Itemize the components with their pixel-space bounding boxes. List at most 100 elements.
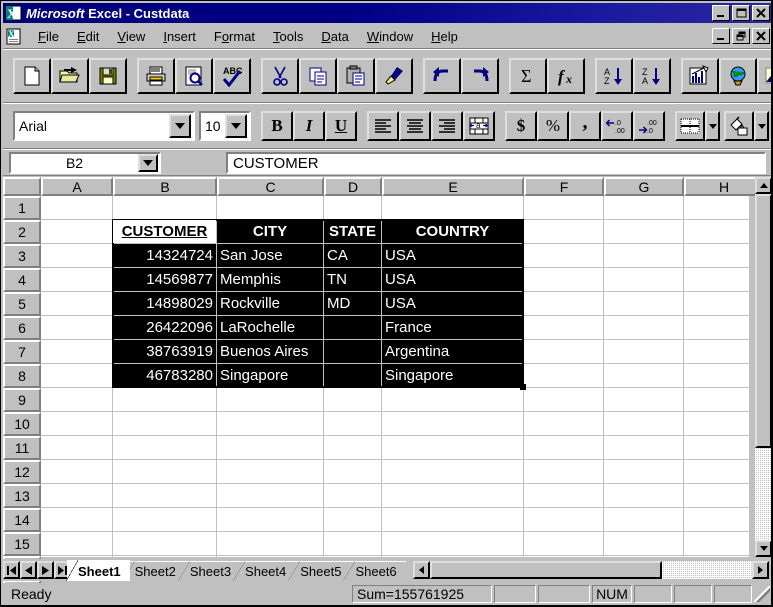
- cell-e8[interactable]: Singapore: [382, 364, 523, 387]
- sheet-tab-sheet4[interactable]: Sheet4: [234, 561, 295, 581]
- menu-insert[interactable]: Insert: [154, 27, 205, 46]
- row-header-8[interactable]: 8: [3, 364, 41, 388]
- borders-dropdown-arrow[interactable]: [705, 111, 720, 141]
- cell-c5[interactable]: Rockville: [217, 292, 323, 315]
- percent-style-icon[interactable]: %: [537, 111, 569, 141]
- copy-icon[interactable]: [299, 58, 337, 94]
- close-button[interactable]: [752, 5, 770, 21]
- menu-file[interactable]: File: [29, 27, 68, 46]
- cell-b2-active[interactable]: CUSTOMER: [113, 220, 216, 243]
- horizontal-scroll-track[interactable]: [430, 561, 752, 579]
- open-icon[interactable]: [51, 58, 89, 94]
- scroll-up-button[interactable]: [755, 177, 772, 194]
- cell-d6[interactable]: [324, 316, 381, 339]
- cell-e7[interactable]: Argentina: [382, 340, 523, 363]
- comma-style-icon[interactable]: ,: [569, 111, 601, 141]
- function-wizard-icon[interactable]: f x: [547, 58, 585, 94]
- center-across-columns-icon[interactable]: a: [463, 111, 495, 141]
- row-header-14[interactable]: 14: [3, 508, 41, 532]
- scroll-right-button[interactable]: [752, 561, 769, 579]
- column-header-h[interactable]: H: [684, 177, 764, 196]
- column-header-d[interactable]: D: [324, 177, 382, 196]
- workbook-icon[interactable]: X: [5, 28, 23, 45]
- increase-decimal-icon[interactable]: .00 .0: [633, 111, 665, 141]
- cell-b7[interactable]: 38763919: [113, 340, 216, 363]
- font-size-dropdown-arrow[interactable]: [225, 114, 247, 138]
- align-left-icon[interactable]: [367, 111, 399, 141]
- next-sheet-icon[interactable]: [37, 561, 54, 579]
- row-header-11[interactable]: 11: [3, 436, 41, 460]
- map-icon[interactable]: [719, 58, 757, 94]
- cell-c7[interactable]: Buenos Aires: [217, 340, 323, 363]
- column-header-g[interactable]: G: [604, 177, 684, 196]
- row-header-4[interactable]: 4: [3, 268, 41, 292]
- menu-data[interactable]: Data: [312, 27, 357, 46]
- cell-d5[interactable]: MD: [324, 292, 381, 315]
- menu-format[interactable]: Format: [205, 27, 264, 46]
- cell-b4[interactable]: 14569877: [113, 268, 216, 291]
- tab-split-bar[interactable]: [406, 560, 411, 580]
- align-right-icon[interactable]: [431, 111, 463, 141]
- first-sheet-icon[interactable]: [3, 561, 20, 579]
- workbook-minimize-button[interactable]: [712, 28, 730, 44]
- font-size-combo[interactable]: 10: [199, 111, 251, 141]
- cell-b5[interactable]: 14898029: [113, 292, 216, 315]
- decrease-decimal-icon[interactable]: .0 .00: [601, 111, 633, 141]
- column-header-b[interactable]: B: [113, 177, 217, 196]
- paste-icon[interactable]: [337, 58, 375, 94]
- row-header-6[interactable]: 6: [3, 316, 41, 340]
- column-header-f[interactable]: F: [524, 177, 604, 196]
- italic-button[interactable]: I: [293, 111, 325, 141]
- spelling-icon[interactable]: ABC: [213, 58, 251, 94]
- currency-style-icon[interactable]: $: [505, 111, 537, 141]
- select-all-corner[interactable]: [3, 177, 41, 196]
- row-header-1[interactable]: 1: [3, 196, 41, 220]
- cell-c2[interactable]: CITY: [217, 220, 323, 243]
- font-dropdown-arrow[interactable]: [169, 114, 191, 138]
- cell-d3[interactable]: CA: [324, 244, 381, 267]
- font-combo[interactable]: Arial: [13, 111, 195, 141]
- sort-ascending-icon[interactable]: A Z: [595, 58, 633, 94]
- cell-c8[interactable]: Singapore: [217, 364, 323, 387]
- column-header-c[interactable]: C: [217, 177, 324, 196]
- scroll-left-button[interactable]: [413, 561, 430, 579]
- cell-c4[interactable]: Memphis: [217, 268, 323, 291]
- cut-icon[interactable]: [261, 58, 299, 94]
- cell-b8[interactable]: 46783280: [113, 364, 216, 387]
- underline-button[interactable]: U: [325, 111, 357, 141]
- cell-d7[interactable]: [324, 340, 381, 363]
- column-header-a[interactable]: A: [41, 177, 113, 196]
- cell-grid[interactable]: CUSTOMERCITYSTATECOUNTRY14324724San Jose…: [41, 196, 749, 557]
- row-header-15[interactable]: 15: [3, 532, 41, 556]
- horizontal-scrollbar[interactable]: [413, 561, 769, 579]
- name-box-dropdown-arrow[interactable]: [138, 154, 158, 172]
- sheet-tab-sheet1[interactable]: Sheet1: [67, 560, 130, 581]
- vertical-scrollbar[interactable]: [755, 177, 772, 557]
- bold-button[interactable]: B: [261, 111, 293, 141]
- row-header-9[interactable]: 9: [3, 388, 41, 412]
- cell-b3[interactable]: 14324724: [113, 244, 216, 267]
- print-icon[interactable]: [137, 58, 175, 94]
- cell-c6[interactable]: LaRochelle: [217, 316, 323, 339]
- sheet-tab-sheet6[interactable]: Sheet6: [344, 561, 405, 581]
- row-header-5[interactable]: 5: [3, 292, 41, 316]
- cell-e3[interactable]: USA: [382, 244, 523, 267]
- redo-icon[interactable]: [461, 58, 499, 94]
- workbook-close-button[interactable]: [752, 28, 770, 44]
- cell-e4[interactable]: USA: [382, 268, 523, 291]
- row-header-12[interactable]: 12: [3, 460, 41, 484]
- sheet-tab-sheet2[interactable]: Sheet2: [124, 561, 185, 581]
- borders-icon[interactable]: [675, 111, 705, 141]
- save-icon[interactable]: [89, 58, 127, 94]
- minimize-button[interactable]: [712, 5, 730, 21]
- row-header-13[interactable]: 13: [3, 484, 41, 508]
- undo-icon[interactable]: [423, 58, 461, 94]
- menu-tools[interactable]: Tools: [264, 27, 312, 46]
- menu-view[interactable]: View: [108, 27, 154, 46]
- cell-e5[interactable]: USA: [382, 292, 523, 315]
- workbook-restore-button[interactable]: [732, 28, 750, 44]
- menu-help[interactable]: Help: [422, 27, 467, 46]
- cell-d4[interactable]: TN: [324, 268, 381, 291]
- vertical-scroll-track[interactable]: [755, 194, 772, 540]
- align-center-icon[interactable]: [399, 111, 431, 141]
